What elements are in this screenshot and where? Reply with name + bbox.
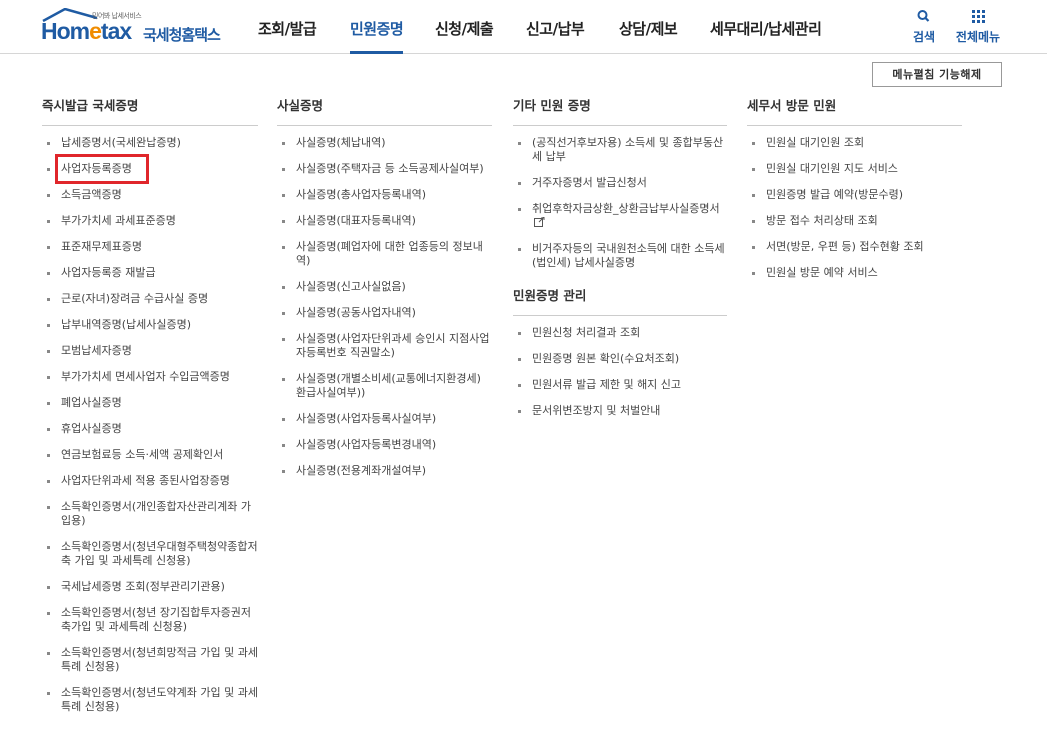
search-button[interactable]: 검색: [911, 8, 937, 45]
menu-item[interactable]: 소득확인증명서(청년 장기집합투자증권저축가입 및 과세특례 신청용): [42, 606, 258, 634]
menu-item[interactable]: (공직선거후보자용) 소득세 및 종합부동산세 납부: [513, 136, 727, 164]
external-link-icon: [534, 217, 545, 227]
menu-list: 민원실 대기인원 조회 민원실 대기인원 지도 서비스 민원증명 발급 예약(방…: [747, 136, 962, 280]
menu-item[interactable]: 거주자증명서 발급신청서: [513, 176, 727, 190]
menu-item[interactable]: 소득확인증명서(청년도약계좌 가입 및 과세특례 신청용): [42, 686, 258, 714]
menu-item[interactable]: 소득확인증명서(청년우대형주택청약종합저축 가입 및 과세특례 신청용): [42, 540, 258, 568]
nav-item-application[interactable]: 신청/제출: [435, 18, 494, 54]
menu-list: 납세증명서(국세완납증명) 사업자등록증명 소득금액증명 부가가치세 과세표준증…: [42, 136, 258, 714]
menu-list: (공직선거후보자용) 소득세 및 종합부동산세 납부 거주자증명서 발급신청서 …: [513, 136, 727, 270]
menu-item[interactable]: 부가가치세 과세표준증명: [42, 214, 258, 228]
menu-item[interactable]: 사실증명(체납내역): [277, 136, 492, 150]
menu-item[interactable]: 사실증명(대표자등록내역): [277, 214, 492, 228]
menu-item[interactable]: 민원실 방문 예약 서비스: [747, 266, 962, 280]
column-title: 사실증명: [277, 97, 492, 126]
menu-item-business-registration[interactable]: 사업자등록증명: [42, 162, 258, 176]
menu-item[interactable]: 폐업사실증명: [42, 396, 258, 410]
column-title: 세무서 방문 민원: [747, 97, 962, 126]
menu-item[interactable]: 모범납세자증명: [42, 344, 258, 358]
search-label: 검색: [912, 30, 936, 44]
menu-item[interactable]: 근로(자녀)장려금 수급사실 증명: [42, 292, 258, 306]
all-menu-label: 전체메뉴: [955, 30, 1001, 44]
menu-item[interactable]: 부가가치세 면세사업자 수입금액증명: [42, 370, 258, 384]
menu-item[interactable]: 연금보험료등 소득·세액 공제확인서: [42, 448, 258, 462]
menu-item[interactable]: 민원실 대기인원 조회: [747, 136, 962, 150]
menu-item[interactable]: 소득금액증명: [42, 188, 258, 202]
menu-item[interactable]: 사실증명(폐업자에 대한 업종등의 정보내역): [277, 240, 492, 268]
menu-item[interactable]: 사실증명(사업자단위과세 승인시 지점사업자등록번호 직권말소): [277, 332, 492, 360]
menu-item[interactable]: 민원증명 원본 확인(수요처조회): [513, 352, 727, 366]
menu-item[interactable]: 사실증명(사업자등록사실여부): [277, 412, 492, 426]
menu-item[interactable]: 사실증명(주택자금 등 소득공제사실여부): [277, 162, 492, 176]
column-tax-office-visit: 세무서 방문 민원 민원실 대기인원 조회 민원실 대기인원 지도 서비스 민원…: [747, 97, 962, 280]
menu-list: 사실증명(체납내역) 사실증명(주택자금 등 소득공제사실여부) 사실증명(총사…: [277, 136, 492, 478]
column-title: 기타 민원 증명: [513, 97, 727, 126]
menu-item[interactable]: 소득확인증명서(개인종합자산관리계좌 가입용): [42, 500, 258, 528]
menu-item[interactable]: 사업자등록증 재발급: [42, 266, 258, 280]
menu-item[interactable]: 사실증명(총사업자등록내역): [277, 188, 492, 202]
nav-item-consult[interactable]: 상담/제보: [619, 18, 678, 54]
menu-item[interactable]: 사실증명(신고사실없음): [277, 280, 492, 294]
menu-item[interactable]: 표준재무제표증명: [42, 240, 258, 254]
menu-expand-release-button[interactable]: 메뉴펼침 기능해제: [872, 62, 1002, 87]
column-title: 민원증명 관리: [513, 287, 727, 316]
menu-item[interactable]: 민원증명 발급 예약(방문수령): [747, 188, 962, 202]
all-menu-button[interactable]: 전체메뉴: [953, 8, 1003, 45]
menu-item[interactable]: 민원신청 처리결과 조회: [513, 326, 727, 340]
column-title: 즉시발급 국세증명: [42, 97, 258, 126]
column-other-certificates: 기타 민원 증명 (공직선거후보자용) 소득세 및 종합부동산세 납부 거주자증…: [513, 97, 727, 418]
menu-item[interactable]: 사실증명(공동사업자내역): [277, 306, 492, 320]
menu-item[interactable]: 사실증명(전용계좌개설여부): [277, 464, 492, 478]
menu-item[interactable]: 소득확인증명서(청년희망적금 가입 및 과세특례 신청용): [42, 646, 258, 674]
menu-list: 민원신청 처리결과 조회 민원증명 원본 확인(수요처조회) 민원서류 발급 제…: [513, 326, 727, 418]
site-header: 믿어봐 납세서비스 Hometax 국세청홈택스 조회/발급 민원증명 신청/제…: [0, 0, 1047, 54]
menu-item[interactable]: 사업자단위과세 적용 종된사업장증명: [42, 474, 258, 488]
column-instant-certificates: 즉시발급 국세증명 납세증명서(국세완납증명) 사업자등록증명 소득금액증명 부…: [42, 97, 258, 714]
menu-item[interactable]: 납부내역증명(납세사실증명): [42, 318, 258, 332]
nav-item-report-payment[interactable]: 신고/납부: [526, 18, 585, 54]
hometax-logo[interactable]: 믿어봐 납세서비스 Hometax 국세청홈택스: [41, 6, 226, 46]
menu-item[interactable]: 휴업사실증명: [42, 422, 258, 436]
nav-item-inquiry[interactable]: 조회/발급: [258, 18, 317, 54]
menu-item[interactable]: 문서위변조방지 및 처벌안내: [513, 404, 727, 418]
menu-item[interactable]: 국세납세증명 조회(정부관리기관용): [42, 580, 258, 594]
menu-item[interactable]: 방문 접수 처리상태 조회: [747, 214, 962, 228]
search-icon: [917, 10, 930, 22]
column-fact-certificates: 사실증명 사실증명(체납내역) 사실증명(주택자금 등 소득공제사실여부) 사실…: [277, 97, 492, 478]
menu-item[interactable]: 민원실 대기인원 지도 서비스: [747, 162, 962, 176]
nav-item-civil-certificate[interactable]: 민원증명: [350, 18, 404, 54]
menu-item[interactable]: 사실증명(개별소비세(교통에너지환경세) 환급사실여부)): [277, 372, 492, 400]
menu-item[interactable]: 납세증명서(국세완납증명): [42, 136, 258, 150]
menu-item[interactable]: 비거주자등의 국내원천소득에 대한 소득세(법인세) 납세사실증명: [513, 242, 727, 270]
menu-item[interactable]: 민원서류 발급 제한 및 해지 신고: [513, 378, 727, 392]
menu-item[interactable]: 서면(방문, 우편 등) 접수현황 조회: [747, 240, 962, 254]
logo-wordmark: Hometax: [41, 18, 132, 44]
grid-menu-icon: [972, 10, 985, 23]
menu-item-student-loan[interactable]: 취업후학자금상환_상환금납부사실증명서: [513, 202, 727, 230]
logo-subtitle: 국세청홈택스: [143, 26, 221, 44]
nav-item-tax-agent[interactable]: 세무대리/납세관리: [710, 18, 822, 54]
menu-item[interactable]: 사실증명(사업자등록변경내역): [277, 438, 492, 452]
